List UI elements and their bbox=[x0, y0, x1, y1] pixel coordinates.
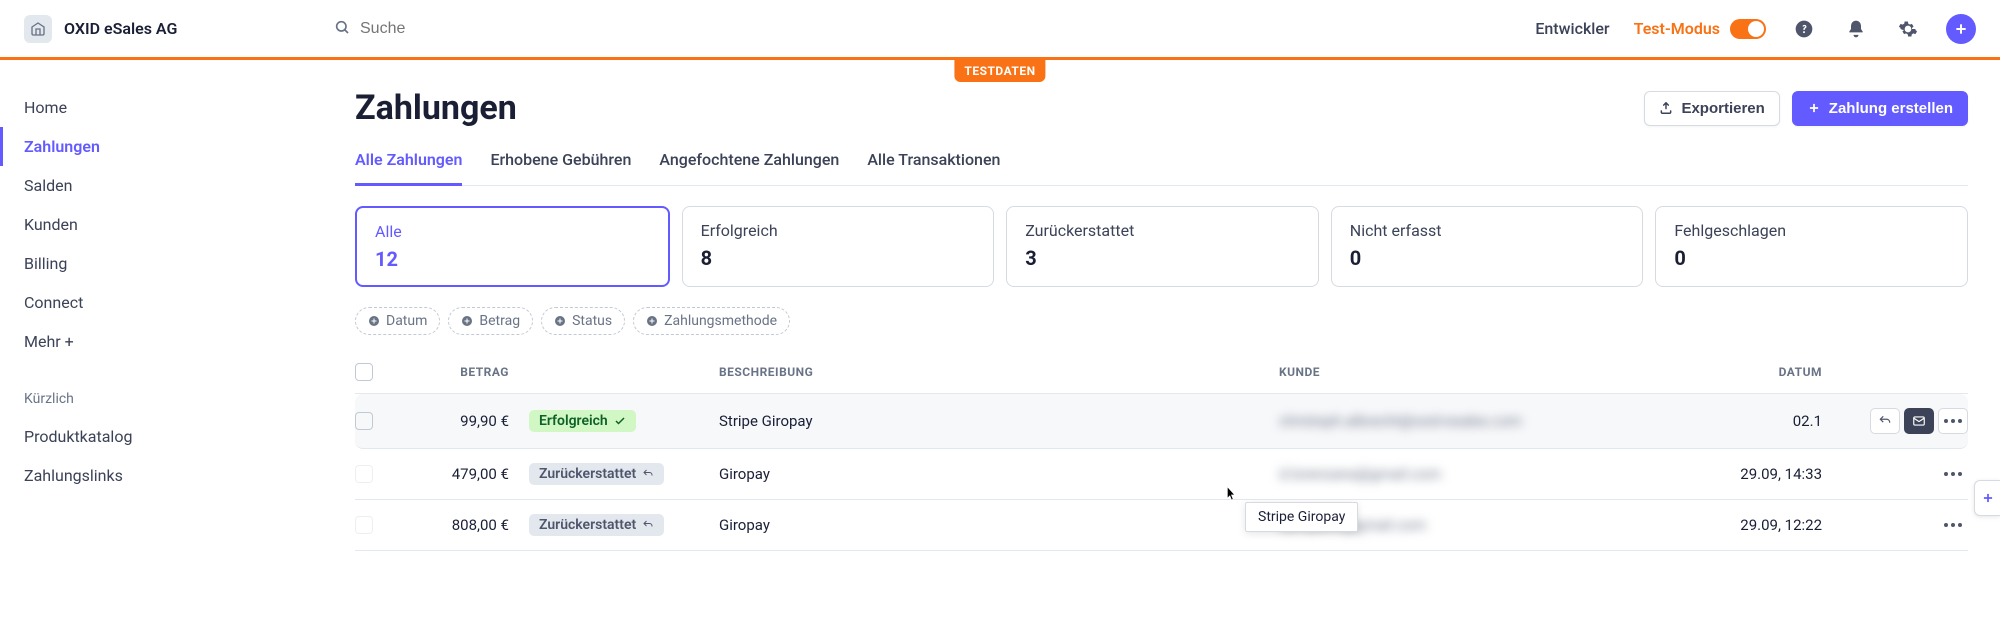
cell-date: 29.09, 14:33 bbox=[1739, 465, 1838, 483]
col-kunde: KUNDE bbox=[1279, 365, 1739, 379]
page-title: Zahlungen bbox=[355, 88, 517, 128]
help-icon[interactable] bbox=[1790, 15, 1818, 43]
nav-more[interactable]: Mehr + bbox=[0, 322, 275, 361]
test-mode-toggle[interactable] bbox=[1730, 19, 1766, 39]
test-data-badge: TESTDATEN bbox=[954, 60, 1045, 82]
filter-zahlungsmethode[interactable]: Zahlungsmethode bbox=[633, 307, 790, 335]
tooltip: Stripe Giropay bbox=[1245, 502, 1358, 532]
cell-amount: 808,00 € bbox=[399, 516, 529, 534]
status-badge: Erfolgreich bbox=[529, 410, 636, 432]
cell-desc: Stripe Giropay bbox=[719, 412, 1279, 430]
nav-home[interactable]: Home bbox=[0, 88, 275, 127]
stat-alle[interactable]: Alle 12 bbox=[355, 206, 670, 287]
nav-salden[interactable]: Salden bbox=[0, 166, 275, 205]
row-checkbox[interactable] bbox=[355, 412, 373, 430]
add-button[interactable] bbox=[1946, 14, 1976, 44]
stat-zurueckerstattet[interactable]: Zurückerstattet 3 bbox=[1006, 206, 1319, 287]
filter-datum[interactable]: Datum bbox=[355, 307, 440, 335]
nav-recent-produktkatalog[interactable]: Produktkatalog bbox=[0, 417, 275, 456]
col-datum: DATUM bbox=[1739, 365, 1838, 379]
row-more-icon[interactable] bbox=[1938, 408, 1968, 434]
sidebar: Home Zahlungen Salden Kunden Billing Con… bbox=[0, 60, 275, 551]
nav-kunden[interactable]: Kunden bbox=[0, 205, 275, 244]
table-row[interactable]: 808,00 € Zurückerstattet Giropay dampanf… bbox=[355, 500, 1968, 551]
cell-date: 02.1 bbox=[1739, 412, 1838, 430]
search-icon bbox=[334, 19, 350, 39]
cell-desc: Giropay bbox=[719, 516, 1279, 534]
col-beschreibung: BESCHREIBUNG bbox=[719, 365, 1279, 379]
developer-link[interactable]: Entwickler bbox=[1535, 19, 1609, 38]
filter-betrag[interactable]: Betrag bbox=[448, 307, 533, 335]
nav-connect[interactable]: Connect bbox=[0, 283, 275, 322]
tab-erhobene-gebuehren[interactable]: Erhobene Gebühren bbox=[490, 140, 631, 185]
cursor-icon bbox=[1222, 485, 1236, 505]
settings-icon[interactable] bbox=[1894, 15, 1922, 43]
status-badge: Zurückerstattet bbox=[529, 514, 664, 536]
row-mail-icon[interactable] bbox=[1904, 408, 1934, 434]
table-row[interactable]: 99,90 € Erfolgreich Stripe Giropay chris… bbox=[355, 394, 1968, 449]
select-all-checkbox[interactable] bbox=[355, 363, 373, 381]
nav-recent-label: Kürzlich bbox=[0, 361, 275, 417]
row-more-icon[interactable] bbox=[1938, 466, 1968, 482]
tab-alle-zahlungen[interactable]: Alle Zahlungen bbox=[355, 140, 462, 186]
row-refund-icon[interactable] bbox=[1870, 408, 1900, 434]
stat-nicht-erfasst[interactable]: Nicht erfasst 0 bbox=[1331, 206, 1644, 287]
cell-amount: 479,00 € bbox=[399, 465, 529, 483]
cell-date: 29.09, 12:22 bbox=[1739, 516, 1838, 534]
row-more-icon[interactable] bbox=[1938, 517, 1968, 533]
nav-zahlungen[interactable]: Zahlungen bbox=[0, 127, 275, 166]
filter-status[interactable]: Status bbox=[541, 307, 625, 335]
test-mode-label: Test-Modus bbox=[1634, 19, 1720, 38]
stat-erfolgreich[interactable]: Erfolgreich 8 bbox=[682, 206, 995, 287]
nav-recent-zahlungslinks[interactable]: Zahlungslinks bbox=[0, 456, 275, 495]
cell-amount: 99,90 € bbox=[399, 412, 529, 430]
nav-billing[interactable]: Billing bbox=[0, 244, 275, 283]
cell-customer: d.lorenzana@gmail.com bbox=[1279, 465, 1739, 483]
tab-alle-transaktionen[interactable]: Alle Transaktionen bbox=[867, 140, 1000, 185]
create-payment-button[interactable]: Zahlung erstellen bbox=[1792, 91, 1968, 126]
row-checkbox[interactable] bbox=[355, 516, 373, 534]
cell-desc: Giropay bbox=[719, 465, 1279, 483]
org-icon[interactable] bbox=[24, 15, 52, 43]
export-button[interactable]: Exportieren bbox=[1644, 91, 1779, 126]
notifications-icon[interactable] bbox=[1842, 15, 1870, 43]
fab-add[interactable] bbox=[1974, 480, 2000, 516]
org-name[interactable]: OXID eSales AG bbox=[64, 19, 177, 38]
row-checkbox[interactable] bbox=[355, 465, 373, 483]
table-row[interactable]: 479,00 € Zurückerstattet Giropay d.loren… bbox=[355, 449, 1968, 500]
cell-customer: christoph.albrecht@oxid-esales.com bbox=[1279, 412, 1739, 430]
tab-angefochtene[interactable]: Angefochtene Zahlungen bbox=[659, 140, 839, 185]
status-badge: Zurückerstattet bbox=[529, 463, 664, 485]
search-input[interactable] bbox=[360, 20, 660, 38]
col-betrag: BETRAG bbox=[399, 365, 529, 379]
stat-fehlgeschlagen[interactable]: Fehlgeschlagen 0 bbox=[1655, 206, 1968, 287]
